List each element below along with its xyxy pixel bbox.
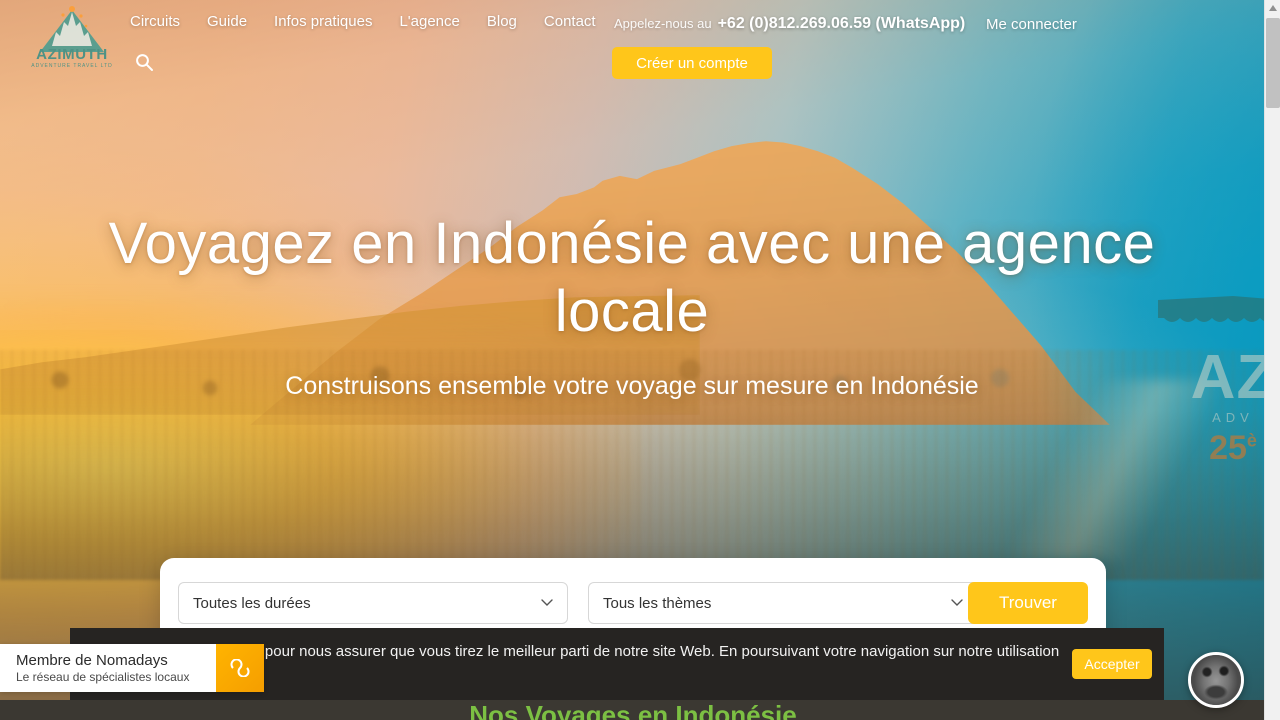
infinity-icon bbox=[216, 644, 264, 692]
phone-number-link[interactable]: +62 (0)812.269.06.59 (WhatsApp) bbox=[718, 15, 966, 33]
duration-select-value: Toutes les durées bbox=[193, 594, 311, 612]
logo-wordmark: AZIMUTH bbox=[36, 46, 108, 63]
create-account-button[interactable]: Créer un compte bbox=[612, 47, 772, 79]
phone-label: Appelez-nous au bbox=[614, 16, 712, 31]
theme-select-value: Tous les thèmes bbox=[603, 594, 712, 612]
duration-select[interactable]: Toutes les durées bbox=[178, 582, 568, 624]
chevron-down-icon bbox=[951, 599, 963, 606]
site-header: AZIMUTH ADVENTURE TRAVEL LTD Circuits Gu… bbox=[0, 0, 1264, 92]
nomadays-title: Membre de Nomadays bbox=[16, 652, 168, 669]
page-content: AZIMUTH ADVENTURE TRAVEL LTD Circuits Gu… bbox=[0, 0, 1264, 720]
nomadays-member-badge[interactable]: Membre de Nomadays Le réseau de spéciali… bbox=[0, 644, 264, 692]
nav-item-contact[interactable]: Contact bbox=[544, 13, 596, 30]
scroll-up-arrow-icon[interactable] bbox=[1265, 0, 1280, 16]
browser-viewport: AZIMUTH ADVENTURE TRAVEL LTD Circuits Gu… bbox=[0, 0, 1280, 720]
nomadays-text: Membre de Nomadays Le réseau de spéciali… bbox=[0, 652, 216, 684]
watermark-anniversary: 25è bbox=[1158, 429, 1264, 468]
search-icon[interactable] bbox=[134, 52, 154, 72]
chevron-down-icon bbox=[541, 599, 553, 606]
watermark-tagline: ADV bbox=[1212, 409, 1254, 425]
watermark-anniversary-number: 25 bbox=[1209, 428, 1247, 467]
site-logo[interactable]: AZIMUTH ADVENTURE TRAVEL LTD bbox=[24, 6, 120, 76]
nav-item-blog[interactable]: Blog bbox=[487, 13, 517, 30]
nomadays-subtitle: Le réseau de spécialistes locaux bbox=[16, 670, 190, 684]
chat-agent-avatar[interactable] bbox=[1188, 652, 1244, 708]
nav-item-lagence[interactable]: L'agence bbox=[399, 13, 459, 30]
section-heading: Nos Voyages en Indonésie bbox=[469, 700, 797, 720]
avatar bbox=[1191, 655, 1241, 705]
logo-tagline: ADVENTURE TRAVEL LTD bbox=[31, 63, 113, 69]
find-button[interactable]: Trouver bbox=[968, 582, 1088, 624]
phone-contact: Appelez-nous au +62 (0)812.269.06.59 (Wh… bbox=[614, 15, 965, 33]
page-scrollbar[interactable] bbox=[1264, 0, 1280, 720]
nav-item-circuits[interactable]: Circuits bbox=[130, 13, 180, 30]
login-link[interactable]: Me connecter bbox=[986, 16, 1077, 33]
theme-select[interactable]: Tous les thèmes bbox=[588, 582, 978, 624]
nav-item-infos-pratiques[interactable]: Infos pratiques bbox=[274, 13, 372, 30]
hero-subtitle: Construisons ensemble votre voyage sur m… bbox=[285, 372, 979, 400]
main-navigation: Circuits Guide Infos pratiques L'agence … bbox=[130, 13, 596, 30]
scrollbar-thumb[interactable] bbox=[1266, 18, 1280, 108]
nav-item-guide[interactable]: Guide bbox=[207, 13, 247, 30]
watermark-anniversary-suffix: è bbox=[1246, 430, 1257, 451]
hero-title: Voyagez en Indonésie avec une agence loc… bbox=[108, 211, 1156, 344]
cookie-accept-button[interactable]: Accepter bbox=[1072, 649, 1152, 679]
